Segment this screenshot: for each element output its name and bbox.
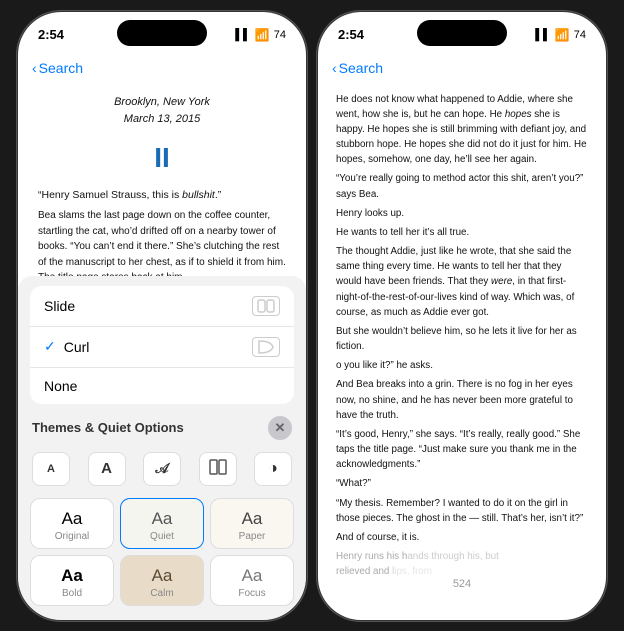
slide-option-slide[interactable]: Slide: [30, 286, 294, 327]
back-label-right: Search: [339, 60, 383, 76]
theme-focus[interactable]: Aa Focus: [210, 555, 294, 606]
right-para-12: And of course, it is.: [336, 530, 588, 545]
toolbar-row: A A 𝒜 ◑: [18, 446, 306, 492]
right-para-9: “It’s good, Henry,” she says. “It’s real…: [336, 427, 588, 473]
right-para-1: He does not know what happened to Addie,…: [336, 92, 588, 168]
theme-paper[interactable]: Aa Paper: [210, 498, 294, 549]
right-para-8: And Bea breaks into a grin. There is no …: [336, 377, 588, 423]
back-label-left: Search: [39, 60, 83, 76]
right-para-7: 𠇍o you like it?” he asks.: [336, 358, 588, 373]
theme-quiet-label: Quiet: [129, 531, 195, 542]
themes-grid: Aa Original Aa Quiet Aa Paper Aa Bold Aa: [18, 492, 306, 620]
right-para-4: He wants to tell her it’s all true.: [336, 225, 588, 240]
slide-option-none[interactable]: None: [30, 368, 294, 404]
theme-calm[interactable]: Aa Calm: [120, 555, 204, 606]
left-phone: 2:54 ▌▌ 📶 74 ‹ Search Brooklyn, New York…: [17, 11, 307, 621]
font-icon: 𝒜: [155, 460, 168, 477]
wifi-icon-right: 📶: [555, 28, 570, 42]
theme-original-label: Original: [39, 531, 105, 542]
theme-quiet-aa: Aa: [129, 509, 195, 529]
back-button-left[interactable]: ‹ Search: [32, 60, 83, 76]
brightness-button[interactable]: ◑: [254, 452, 292, 486]
right-para-3: Henry looks up.: [336, 206, 588, 221]
right-para-6: But she wouldn’t believe him, so he lets…: [336, 324, 588, 354]
book-content-right: He does not know what happened to Addie,…: [318, 86, 606, 578]
theme-bold-aa: Aa: [39, 566, 105, 586]
status-icons-left: ▌▌ 📶 74: [235, 28, 286, 42]
back-button-right[interactable]: ‹ Search: [332, 60, 383, 76]
theme-bold[interactable]: Aa Bold: [30, 555, 114, 606]
status-time-right: 2:54: [338, 27, 364, 42]
paragraph2: Bea slams the last page down on the coff…: [38, 208, 286, 286]
theme-calm-label: Calm: [129, 588, 195, 599]
chevron-left-icon: ‹: [32, 60, 37, 76]
nav-bar-left: ‹ Search: [18, 50, 306, 86]
right-phone: 2:54 ▌▌ 📶 74 ‹ Search He does not know w…: [317, 11, 607, 621]
slide-icon: [252, 296, 280, 316]
page-icon: [209, 459, 227, 478]
theme-quiet[interactable]: Aa Quiet: [120, 498, 204, 549]
page-number: 524: [318, 578, 606, 596]
theme-bold-label: Bold: [39, 588, 105, 599]
curl-label: Curl: [64, 339, 252, 355]
chapter-number: II: [38, 136, 286, 179]
battery-icon-right: 74: [574, 29, 586, 41]
signal-icon: ▌▌: [235, 29, 251, 41]
slide-label: Slide: [44, 298, 75, 314]
status-time-left: 2:54: [38, 27, 64, 42]
none-label: None: [44, 378, 77, 394]
curl-icon: [252, 337, 280, 357]
themes-bar: Themes & Quiet Options ✕: [18, 410, 306, 446]
right-para-5: The thought Addie, just like he wrote, t…: [336, 244, 588, 320]
phones-container: 2:54 ▌▌ 📶 74 ‹ Search Brooklyn, New York…: [17, 11, 607, 621]
status-bar-left: 2:54 ▌▌ 📶 74: [18, 12, 306, 50]
slide-panel: Slide ✓ Curl None Themes: [18, 276, 306, 620]
nav-bar-right: ‹ Search: [318, 50, 606, 86]
status-icons-right: ▌▌ 📶 74: [535, 28, 586, 42]
theme-paper-aa: Aa: [219, 509, 285, 529]
right-para-10: “What?”: [336, 476, 588, 491]
slide-option-curl[interactable]: ✓ Curl: [30, 327, 294, 368]
right-para-fade: Henry runs his hands through his, butrel…: [336, 549, 588, 577]
theme-original-aa: Aa: [39, 509, 105, 529]
chevron-left-icon-right: ‹: [332, 60, 337, 76]
header-line1: Brooklyn, New York: [114, 96, 210, 108]
book-header: Brooklyn, New York March 13, 2015: [38, 94, 286, 128]
page-button[interactable]: [199, 452, 237, 486]
small-a-label: A: [47, 463, 55, 475]
large-a-button[interactable]: A: [88, 452, 126, 486]
theme-focus-aa: Aa: [219, 566, 285, 586]
theme-original[interactable]: Aa Original: [30, 498, 114, 549]
theme-paper-label: Paper: [219, 531, 285, 542]
slide-options: Slide ✓ Curl None: [30, 286, 294, 404]
right-para-11: “My thesis. Remember? I wanted to do it …: [336, 496, 588, 526]
signal-icon-right: ▌▌: [535, 29, 551, 41]
large-a-label: A: [101, 460, 112, 477]
paragraph1: “Henry Samuel Strauss, this is bullshit.…: [38, 187, 286, 203]
theme-focus-label: Focus: [219, 588, 285, 599]
theme-calm-aa: Aa: [129, 566, 195, 586]
status-bar-right: 2:54 ▌▌ 📶 74: [318, 12, 606, 50]
header-line2: March 13, 2015: [124, 113, 200, 125]
curl-check: ✓: [44, 338, 56, 355]
font-button[interactable]: 𝒜: [143, 452, 181, 486]
right-para-2: “You’re really going to method actor thi…: [336, 171, 588, 201]
brightness-icon: ◑: [268, 460, 278, 478]
close-button[interactable]: ✕: [268, 416, 292, 440]
wifi-icon: 📶: [255, 28, 270, 42]
small-a-button[interactable]: A: [32, 452, 70, 486]
battery-icon: 74: [274, 29, 286, 41]
themes-label: Themes & Quiet Options: [32, 420, 184, 435]
